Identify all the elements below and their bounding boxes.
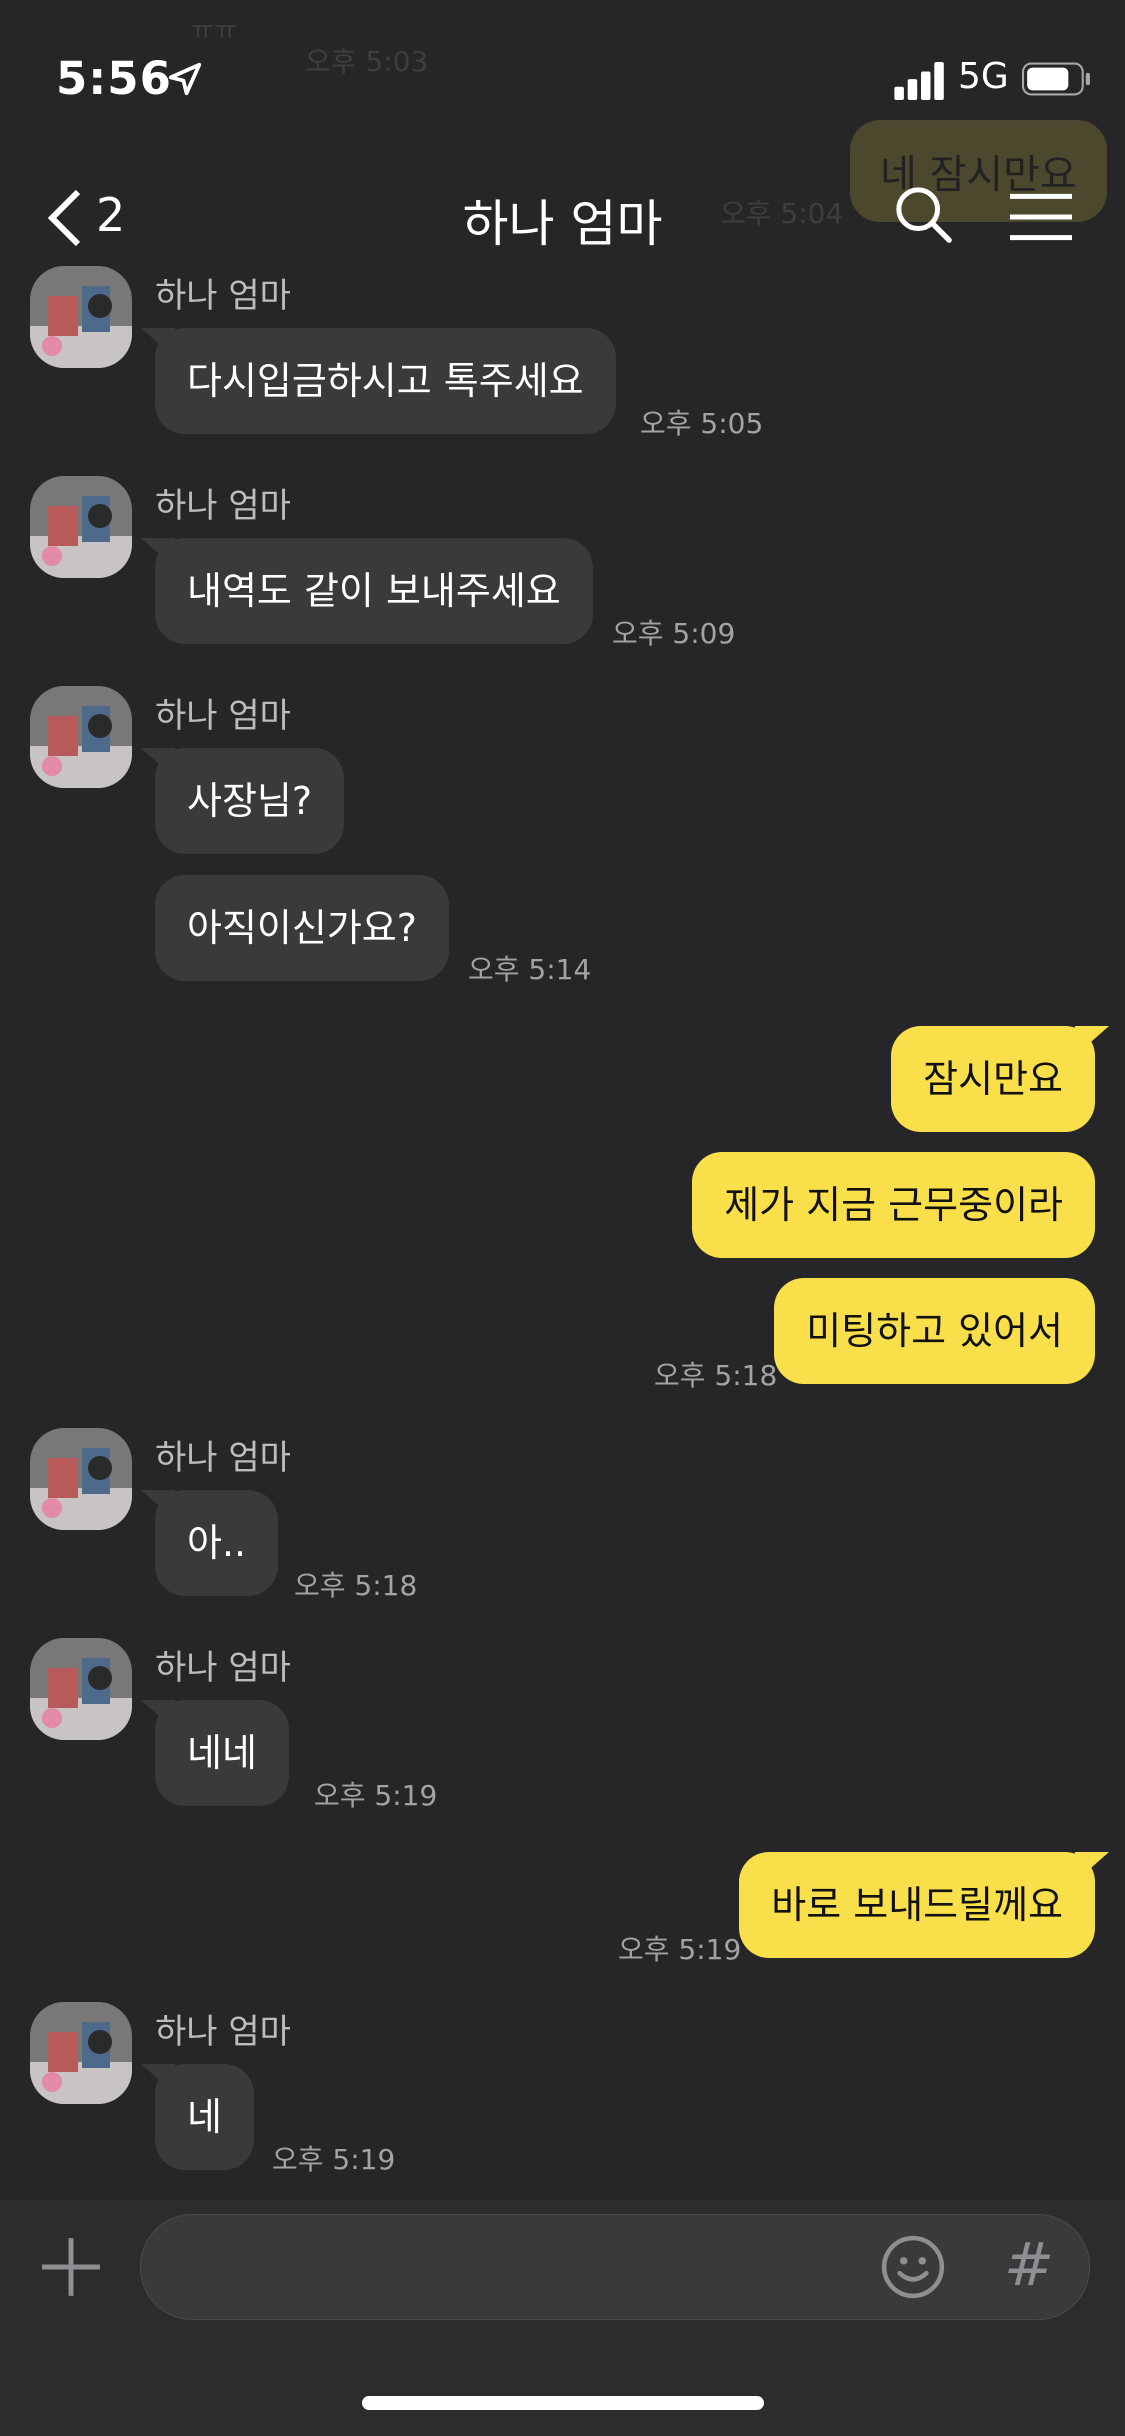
avatar[interactable] [30,1428,132,1530]
incoming-message[interactable]: 아.. [155,1490,279,1596]
battery-icon [1022,62,1090,96]
location-arrow-icon [168,62,202,96]
incoming-message[interactable]: 사장님? [155,748,345,854]
outgoing-message[interactable]: 잠시만요 [891,1026,1095,1132]
message-time: 오후 5:19 [314,1779,438,1812]
signal-icon [894,62,944,100]
incoming-message[interactable]: 내역도 같이 보내주세요 [155,538,593,644]
incoming-message[interactable]: 다시입금하시고 톡주세요 [155,328,616,434]
incoming-message[interactable]: 아직이신가요? [155,875,449,981]
home-indicator [362,2396,764,2410]
sender-name: 하나 엄마 [155,2012,291,2052]
outgoing-message[interactable]: 바로 보내드릴께요 [739,1852,1095,1958]
sender-name: 하나 엄마 [155,486,291,526]
sender-name: 하나 엄마 [155,276,291,316]
message-time: 오후 5:14 [468,953,592,986]
message-time: 오후 5:19 [272,2143,396,2176]
chat-title: 하나 엄마 [462,195,663,253]
avatar[interactable] [30,476,132,578]
emoji-icon[interactable] [880,2234,946,2300]
message-input[interactable] [140,2214,1090,2320]
incoming-message[interactable]: 네네 [155,1700,289,1806]
message-time: 오후 5:19 [618,1933,742,1966]
chat-header: 2 하나 엄마 [0,160,1125,270]
avatar[interactable] [30,2002,132,2104]
outgoing-message[interactable]: 제가 지금 근무중이라 [692,1152,1095,1258]
sender-name: 하나 엄마 [155,1648,291,1688]
message-time: 오후 5:18 [294,1569,418,1602]
network-label: 5G [958,56,1009,97]
message-time: 오후 5:05 [640,407,764,440]
ghost-time-top: 오후 5:03 [305,45,429,78]
outgoing-message[interactable]: 미팅하고 있어서 [774,1278,1095,1384]
plus-icon[interactable] [40,2236,102,2298]
sender-name: 하나 엄마 [155,1438,291,1478]
search-icon[interactable] [895,186,953,244]
sender-name: 하나 엄마 [155,696,291,736]
avatar[interactable] [30,266,132,368]
message-time: 오후 5:18 [654,1359,778,1392]
avatar[interactable] [30,1638,132,1740]
hash-icon[interactable]: # [1004,2230,1054,2300]
avatar[interactable] [30,686,132,788]
message-time: 오후 5:09 [612,617,736,650]
ghost-message-top: ㅠㅠ [190,16,238,46]
incoming-message[interactable]: 네 [155,2064,254,2170]
status-time: 5:56 [56,52,172,105]
menu-icon[interactable] [1010,192,1072,242]
